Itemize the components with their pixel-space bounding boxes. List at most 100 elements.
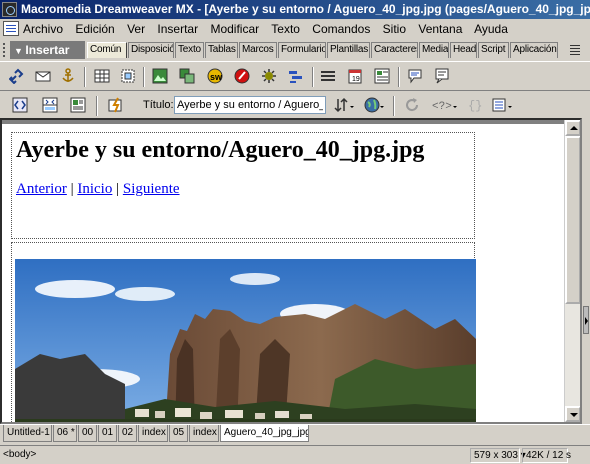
horizontal-rule-icon: [321, 71, 335, 81]
image-button[interactable]: [150, 66, 170, 86]
horizontal-rule-button[interactable]: [318, 66, 338, 86]
toolbar-separator: [398, 67, 400, 87]
shockwave-button[interactable]: [232, 66, 252, 86]
flash-icon: sw: [207, 68, 223, 84]
rollover-image-button[interactable]: [177, 66, 197, 86]
link-anterior[interactable]: Anterior: [16, 181, 67, 197]
link-separator: |: [70, 181, 74, 197]
code-reference-button[interactable]: <?>: [430, 95, 460, 115]
design-view-button[interactable]: [68, 95, 88, 115]
document-toolbar: Título: <?> {}: [0, 92, 590, 118]
tag-selector-body[interactable]: <body>: [3, 449, 36, 460]
menu-insertar[interactable]: Insertar: [157, 22, 198, 36]
panel-grip-handle[interactable]: [3, 43, 8, 57]
doc-tab-00[interactable]: 00: [78, 425, 97, 442]
tab-marcos[interactable]: Marcos: [239, 42, 277, 58]
split-view-button[interactable]: [40, 95, 60, 115]
tab-script[interactable]: Script: [478, 42, 509, 58]
applet-icon: [262, 69, 276, 83]
landscape-photo[interactable]: [15, 259, 476, 424]
title-label: Título:: [143, 99, 174, 111]
tab-aplicacion[interactable]: Aplicación: [510, 42, 558, 58]
doc-tab-01[interactable]: 01: [98, 425, 117, 442]
anchor-icon: [62, 68, 74, 82]
file-management-button[interactable]: [332, 95, 358, 115]
document-menu-icon[interactable]: [3, 21, 19, 36]
tab-texto[interactable]: Texto: [175, 42, 204, 58]
status-bar: <body> 579 x 303 ▾ 42K / 12 s: [0, 445, 590, 464]
tab-formulario[interactable]: Formulario: [278, 42, 326, 58]
named-anchor-button[interactable]: [58, 66, 78, 86]
design-view-canvas[interactable]: Ayerbe y su entorno/Aguero_40_jpg.jpg An…: [0, 118, 582, 424]
menu-ver[interactable]: Ver: [127, 22, 145, 36]
tab-tablas[interactable]: Tablas: [205, 42, 238, 58]
email-link-button[interactable]: [33, 66, 53, 86]
doc-tab-02[interactable]: 02: [118, 425, 137, 442]
toolbar-separator: [143, 67, 145, 87]
table-button[interactable]: [92, 66, 112, 86]
tab-media[interactable]: Media: [419, 42, 449, 58]
preview-in-browser-button[interactable]: [362, 95, 388, 115]
expand-panels-arrow[interactable]: [583, 306, 589, 334]
comment-button[interactable]: [405, 66, 425, 86]
insert-panel-toggle[interactable]: Insertar: [10, 41, 85, 59]
scroll-thumb[interactable]: [565, 136, 580, 304]
flash-button[interactable]: sw: [205, 66, 225, 86]
menu-sitio[interactable]: Sitio: [383, 22, 406, 36]
page-title-input[interactable]: [174, 96, 326, 114]
refresh-icon: [406, 98, 419, 112]
menu-ayuda[interactable]: Ayuda: [474, 22, 508, 36]
code-navigation-button[interactable]: {}: [465, 95, 485, 115]
menu-ventana[interactable]: Ventana: [418, 22, 462, 36]
menu-edicion[interactable]: Edición: [75, 22, 114, 36]
tab-comun[interactable]: Común: [87, 42, 127, 58]
menu-texto[interactable]: Texto: [271, 22, 300, 36]
shockwave-icon: [234, 68, 250, 84]
hyperlink-button[interactable]: [7, 66, 27, 86]
tab-caracteres[interactable]: Caracteres: [371, 42, 418, 58]
window-size-dropdown[interactable]: 579 x 303 ▾: [470, 448, 526, 463]
design-view-icon: [70, 97, 86, 113]
toolbar-separator: [84, 67, 86, 87]
doc-tab-06[interactable]: 06 *: [53, 425, 77, 442]
scroll-up-button[interactable]: [565, 120, 580, 136]
scroll-down-button[interactable]: [565, 406, 580, 422]
image-icon: [152, 68, 168, 84]
tabular-data-button[interactable]: [372, 66, 392, 86]
refresh-button[interactable]: [402, 95, 422, 115]
doc-tab-untitled-1[interactable]: Untitled-1: [3, 425, 52, 442]
link-siguiente[interactable]: Siguiente: [123, 181, 180, 197]
menu-modificar[interactable]: Modificar: [210, 22, 259, 36]
insert-panel-header: Insertar ComúnDisposicióTextoTablasMarco…: [0, 40, 590, 60]
svg-text:<?>: <?>: [432, 101, 452, 113]
insert-tabs: Común Disposició Texto Tablas Marcos Formular…: [87, 42, 559, 58]
menu-archivo[interactable]: Archivo: [23, 22, 63, 36]
link-inicio[interactable]: Inicio: [77, 181, 112, 197]
navigation-bar-button[interactable]: [286, 66, 306, 86]
view-options-button[interactable]: [490, 95, 518, 115]
tab-plantillas[interactable]: Plantillas: [327, 42, 370, 58]
doc-tab-05[interactable]: 05: [169, 425, 188, 442]
code-view-button[interactable]: [10, 95, 30, 115]
panel-options-menu-icon[interactable]: [570, 44, 584, 56]
table-icon: [94, 69, 110, 83]
layer-button[interactable]: [118, 66, 138, 86]
globe-icon: [364, 97, 384, 113]
doc-tab-index-2[interactable]: index: [189, 425, 219, 442]
date-button[interactable]: 19: [345, 66, 365, 86]
tag-chooser-button[interactable]: [432, 66, 452, 86]
image-table-cell[interactable]: [11, 242, 476, 424]
header-table-cell[interactable]: Ayerbe y su entorno/Aguero_40_jpg.jpg An…: [11, 132, 475, 239]
tab-disposicion[interactable]: Disposició: [128, 42, 174, 58]
vertical-scrollbar[interactable]: [564, 120, 580, 422]
live-data-button[interactable]: [106, 95, 126, 115]
title-bar: Macromedia Dreamweaver MX - [Ayerbe y su…: [0, 0, 590, 19]
doc-tab-aguero-40[interactable]: Aguero_40_jpg_jpg: [220, 425, 309, 442]
tab-head[interactable]: Head: [450, 42, 477, 58]
doc-tab-index[interactable]: index: [138, 425, 168, 442]
window-size-value: 579 x 303: [474, 450, 518, 461]
svg-text:{}: {}: [468, 99, 482, 113]
applet-button[interactable]: [259, 66, 279, 86]
envelope-icon: [35, 71, 51, 82]
menu-comandos[interactable]: Comandos: [312, 22, 370, 36]
